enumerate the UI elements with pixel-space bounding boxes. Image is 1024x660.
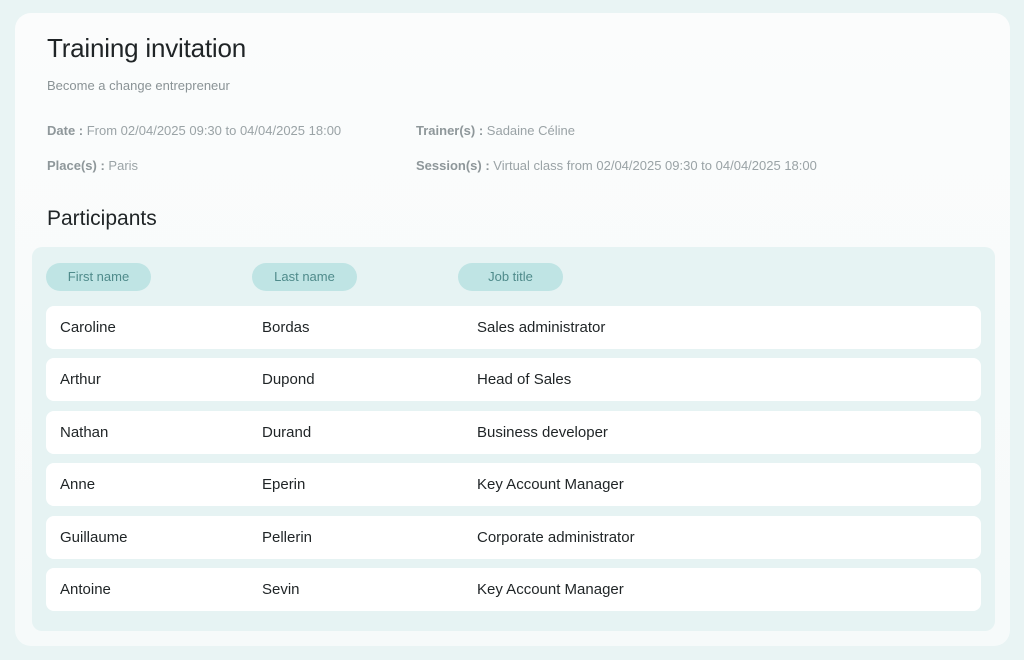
column-header-job-title[interactable]: Job title	[458, 263, 563, 291]
trainer-value: Sadaine Céline	[483, 123, 575, 138]
trainer-label: Trainer(s) :	[416, 123, 484, 138]
table-row[interactable]: Arthur Dupond Head of Sales	[46, 358, 981, 402]
session-info: Session(s) : Virtual class from 02/04/20…	[416, 158, 817, 173]
place-value: Paris	[104, 158, 139, 173]
table-row[interactable]: Anne Eperin Key Account Manager	[46, 463, 981, 507]
invitation-card: Training invitation Become a change entr…	[15, 13, 1010, 646]
last-name-cell: Eperin	[262, 476, 306, 494]
date-label: Date :	[47, 123, 84, 138]
first-name-cell: Guillaume	[60, 528, 128, 546]
participants-rows: Caroline Bordas Sales administrator Arth…	[46, 306, 981, 620]
table-row[interactable]: Nathan Durand Business developer	[46, 410, 981, 454]
date-info: Date : From 02/04/2025 09:30 to 04/04/20…	[47, 123, 341, 138]
job-title-cell: Sales administrator	[477, 319, 606, 336]
session-label: Session(s) :	[416, 158, 490, 173]
first-name-cell: Nathan	[60, 423, 109, 441]
trainer-info: Trainer(s) : Sadaine Céline	[416, 123, 575, 138]
first-name-cell: Antoine	[60, 580, 111, 598]
last-name-cell: Pellerin	[262, 528, 313, 546]
table-row[interactable]: Antoine Sevin Key Account Manager	[46, 567, 981, 611]
place-info: Place(s) : Paris	[47, 158, 138, 173]
job-title-cell: Key Account Manager	[477, 476, 624, 494]
table-row[interactable]: Caroline Bordas Sales administrator	[46, 306, 981, 349]
page-title: Training invitation	[47, 33, 247, 63]
column-header-last-name[interactable]: Last name	[252, 263, 357, 291]
participants-title: Participants	[47, 207, 157, 230]
first-name-cell: Anne	[60, 476, 96, 494]
last-name-cell: Sevin	[262, 580, 300, 598]
session-value: Virtual class from 02/04/2025 09:30 to 0…	[489, 158, 817, 173]
table-row[interactable]: Guillaume Pellerin Corporate administrat…	[46, 515, 981, 559]
job-title-cell: Key Account Manager	[477, 580, 624, 598]
job-title-cell: Corporate administrator	[477, 528, 635, 546]
place-label: Place(s) :	[47, 158, 105, 173]
date-value: From 02/04/2025 09:30 to 04/04/2025 18:0…	[83, 123, 342, 138]
job-title-cell: Business developer	[477, 423, 608, 441]
app-frame: Training invitation Become a change entr…	[0, 0, 1024, 660]
column-header-first-name[interactable]: First name	[46, 263, 151, 291]
page-subtitle: Become a change entrepreneur	[47, 78, 230, 93]
first-name-cell: Caroline	[60, 319, 116, 336]
job-title-cell: Head of Sales	[477, 371, 572, 389]
first-name-cell: Arthur	[60, 371, 101, 389]
last-name-cell: Durand	[262, 423, 312, 441]
participants-table: First name Last name Job title Caroline …	[32, 247, 995, 631]
last-name-cell: Dupond	[262, 371, 315, 389]
last-name-cell: Bordas	[262, 319, 310, 336]
